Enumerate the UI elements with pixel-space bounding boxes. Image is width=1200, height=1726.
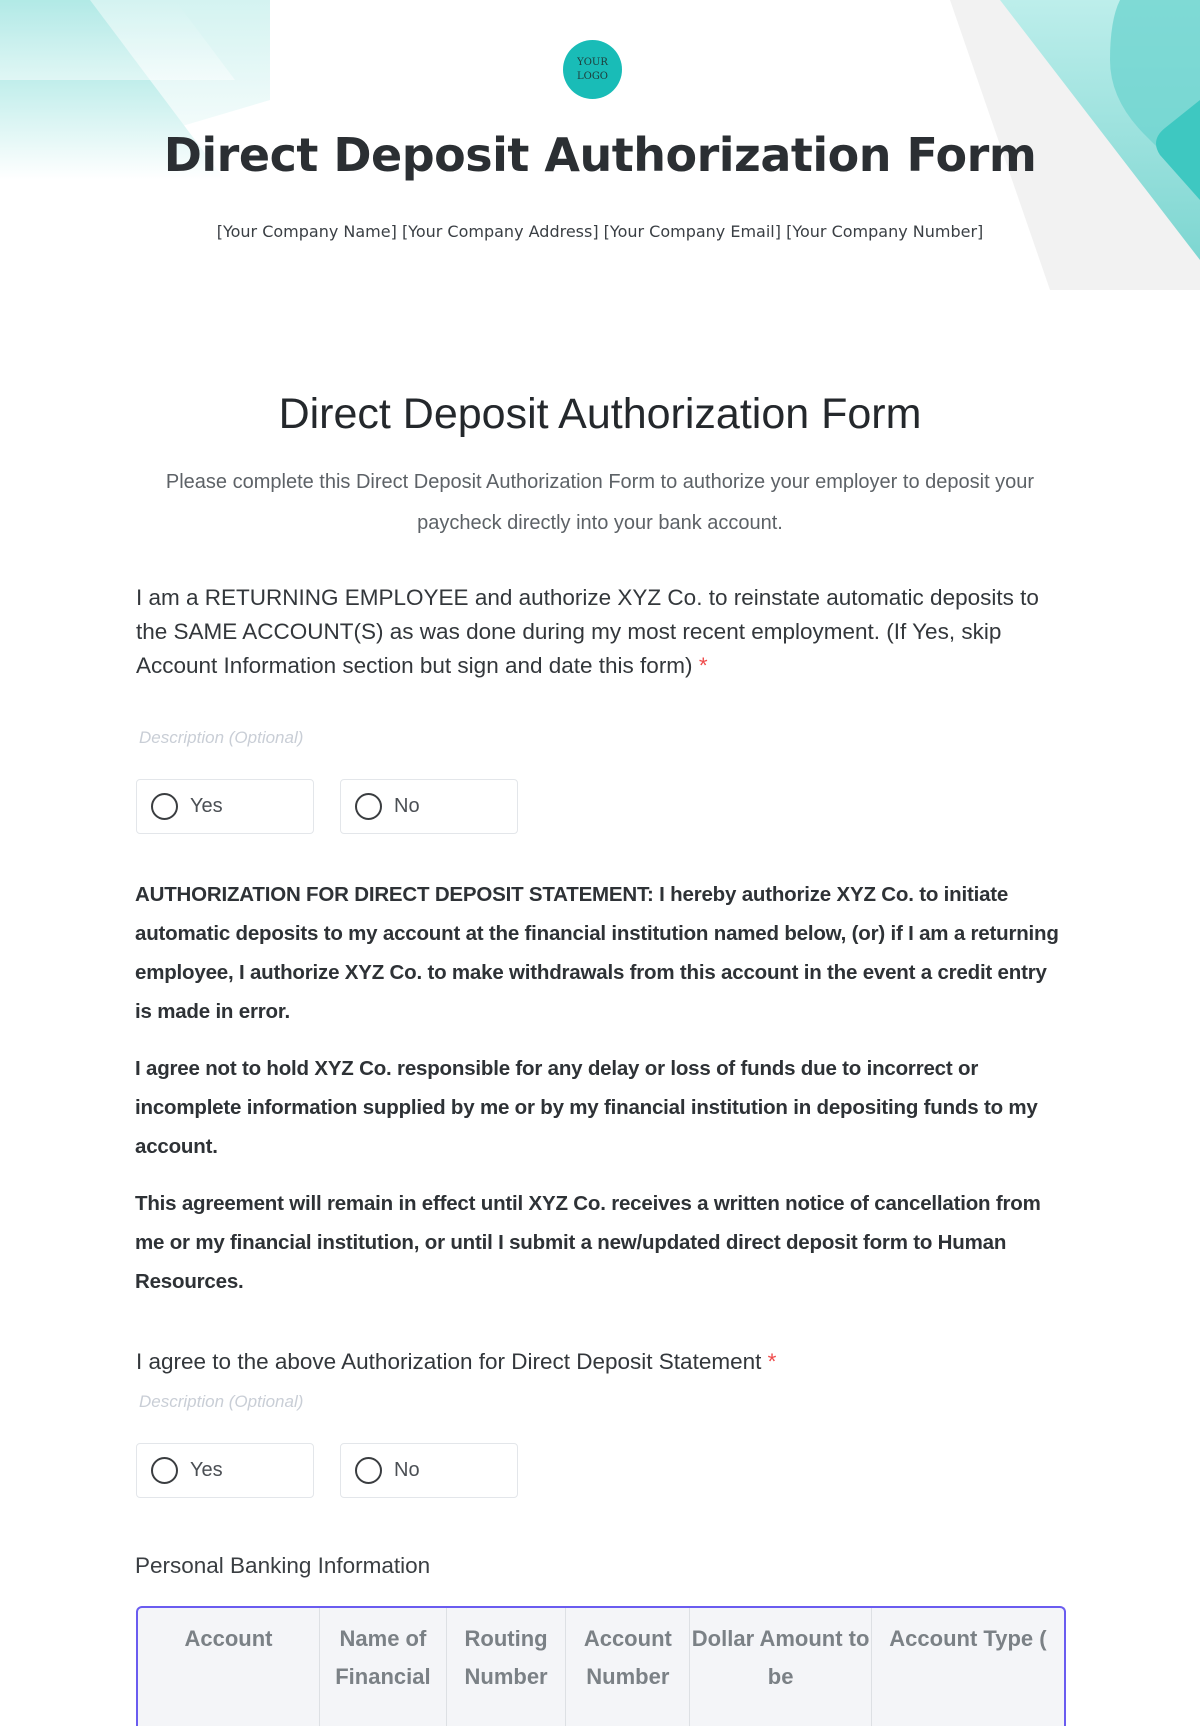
form-title: Direct Deposit Authorization Form — [278, 390, 922, 438]
question-returning-employee: I am a RETURNING EMPLOYEE and authorize … — [136, 581, 1056, 683]
header-banner: YOUR LOGO Direct Deposit Authorization F… — [0, 0, 1200, 290]
liability-statement: I agree not to hold XYZ Co. responsible … — [135, 1057, 1038, 1158]
question-label: I am a RETURNING EMPLOYEE and authorize … — [136, 585, 1039, 678]
column-header-account-number: Account Number — [565, 1608, 690, 1726]
logo-text-line1: YOUR — [577, 56, 608, 68]
company-info: [Your Company Name] [Your Company Addres… — [216, 222, 984, 241]
question-agree-authorization: I agree to the above Authorization for D… — [136, 1345, 1056, 1379]
radio-circle-icon[interactable] — [355, 793, 382, 820]
column-header-account-type: Account Type ( — [870, 1608, 1064, 1726]
description-placeholder: Description (Optional) — [139, 728, 304, 747]
radio-circle-icon[interactable] — [151, 793, 178, 820]
logo-text-line2: LOGO — [576, 70, 609, 82]
form-intro: Please complete this Direct Deposit Auth… — [165, 471, 1035, 534]
radio-circle-icon[interactable] — [355, 1457, 382, 1484]
column-header-dollar-amount: Dollar Amount to be — [689, 1608, 872, 1726]
radio-group-returning-employee: Yes No — [136, 779, 518, 834]
column-header-financial-institution: Name of Financial — [318, 1608, 447, 1726]
required-marker: * — [767, 1349, 777, 1374]
agreement-duration-statement: This agreement will remain in effect unt… — [135, 1192, 1041, 1293]
required-marker: * — [698, 653, 708, 678]
banking-section-label: Personal Banking Information — [135, 1553, 431, 1578]
radio-option-no[interactable]: No — [340, 1443, 518, 1498]
radio-option-yes[interactable]: Yes — [136, 779, 314, 834]
authorization-statement: AUTHORIZATION FOR DIRECT DEPOSIT STATEME… — [135, 883, 1059, 1023]
radio-circle-icon[interactable] — [151, 1457, 178, 1484]
radio-label: No — [394, 795, 420, 817]
column-header-account: Account — [184, 1626, 273, 1651]
banking-table: Account Name of Financial Routing Number… — [136, 1606, 1066, 1726]
radio-group-agree-authorization: Yes No — [136, 1443, 518, 1498]
radio-label: Yes — [190, 1459, 223, 1481]
document-title: Direct Deposit Authorization Form — [163, 128, 1037, 182]
radio-option-yes[interactable]: Yes — [136, 1443, 314, 1498]
question-label: I agree to the above Authorization for D… — [136, 1349, 762, 1374]
radio-label: No — [394, 1459, 420, 1481]
radio-option-no[interactable]: No — [340, 779, 518, 834]
radio-label: Yes — [190, 795, 223, 817]
table-header-row: Account Name of Financial Routing Number… — [138, 1608, 1064, 1726]
column-header-routing-number: Routing Number — [445, 1608, 566, 1726]
company-logo: YOUR LOGO — [563, 40, 622, 99]
description-placeholder: Description (Optional) — [139, 1392, 304, 1411]
